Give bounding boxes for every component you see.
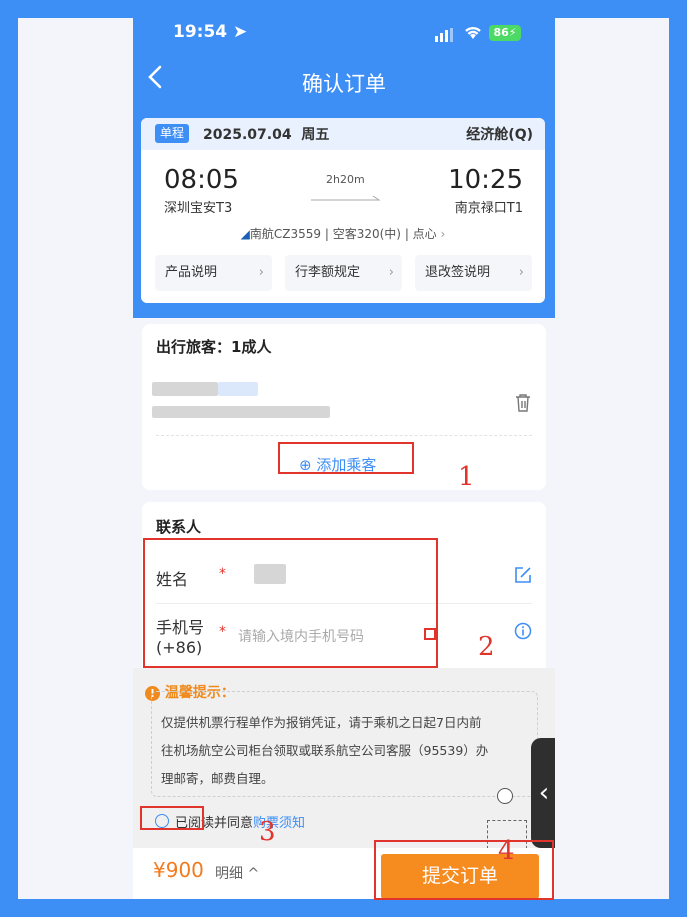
annotation-number: 4: [498, 836, 515, 866]
notice-line: 往机场航空公司柜台领取或联系航空公司客服（95539）办: [161, 743, 489, 758]
annotation-box-agreement: [140, 806, 204, 830]
signal-icon: [435, 27, 457, 46]
wifi-icon: [463, 24, 483, 44]
annotation-box-contact: [143, 538, 438, 668]
chevron-right-icon: ›: [258, 265, 264, 280]
delete-passenger-icon[interactable]: [514, 393, 532, 417]
arrive-time: 10:25: [448, 165, 523, 195]
info-icon[interactable]: [514, 622, 532, 644]
airline-logo-icon: ◢: [240, 227, 250, 241]
price-detail-button[interactable]: 明细 ^: [215, 863, 259, 883]
contact-section-title: 联系人: [156, 518, 202, 536]
annotation-box-add-passenger: [278, 442, 414, 474]
resize-handle[interactable]: [497, 788, 513, 804]
passenger-name-redacted: [218, 382, 258, 396]
chevron-right-icon: ›: [440, 227, 446, 241]
flight-meta[interactable]: ◢南航CZ3559 | 空客320(中) | 点心 ›: [141, 225, 545, 242]
divider: [156, 435, 532, 436]
arrive-airport: 南京禄口T1: [454, 201, 523, 216]
side-drawer-handle[interactable]: ‹: [531, 738, 555, 848]
refund-rules-button[interactable]: 退改签说明 ›: [415, 255, 532, 291]
battery-badge: 86⚡: [489, 25, 521, 41]
status-time: 19:54 ➤: [173, 22, 248, 42]
passenger-name-redacted: [152, 382, 218, 396]
cabin-class: 经济舱(Q): [466, 127, 533, 143]
notice-line: 仅提供机票行程单作为报销凭证，请于乘机之日起7日内前: [161, 715, 482, 730]
page-title: 确认订单: [302, 72, 386, 96]
trip-type-badge: 单程: [155, 124, 190, 143]
back-button[interactable]: [147, 64, 163, 96]
annotation-number: 3: [259, 817, 276, 847]
chevron-up-icon: ^: [247, 866, 260, 882]
duration-arrow: [311, 188, 383, 207]
baggage-rules-button[interactable]: 行李额规定 ›: [285, 255, 402, 291]
depart-airport: 深圳宝安T3: [164, 201, 233, 216]
depart-time: 08:05: [164, 165, 239, 195]
total-price: ¥900: [153, 858, 204, 882]
flight-date: 2025.07.04 周五: [203, 127, 330, 143]
annotation-marker: [424, 628, 436, 640]
annotation-box-submit: [374, 840, 554, 900]
chevron-right-icon: ›: [518, 265, 524, 280]
chevron-right-icon: ›: [388, 265, 394, 280]
location-arrow-icon: ➤: [233, 22, 248, 42]
passenger-section-title: 出行旅客：1成人: [156, 338, 272, 356]
back-chevron-icon: [148, 65, 162, 89]
notice-line: 理邮寄，邮费自理。: [161, 771, 274, 786]
product-info-button[interactable]: 产品说明 ›: [155, 255, 272, 291]
annotation-number: 1: [458, 462, 475, 492]
charging-bolt-icon: ⚡: [508, 26, 517, 39]
passenger-id-redacted: [152, 406, 330, 418]
edit-contact-icon[interactable]: [514, 566, 532, 588]
annotation-number: 2: [478, 632, 495, 662]
flight-card: 单程 2025.07.04 周五 经济舱(Q) 08:05 深圳宝安T3 2h2…: [141, 118, 545, 303]
flight-duration: 2h20m: [326, 173, 365, 186]
